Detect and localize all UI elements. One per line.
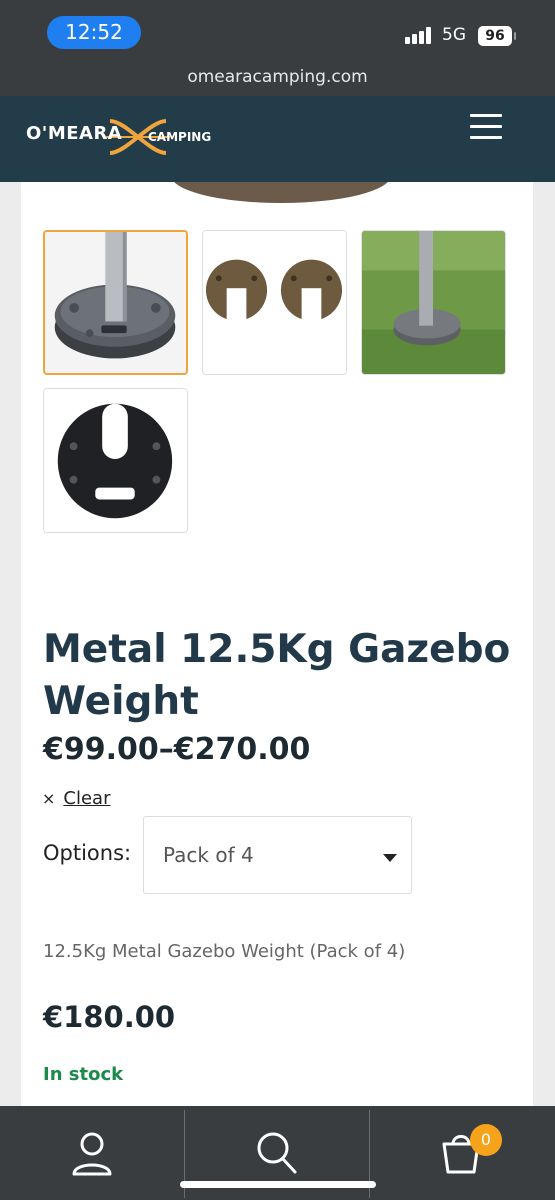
clear-label: Clear — [63, 788, 111, 809]
chevron-down-icon — [383, 854, 397, 862]
main-product-image[interactable] — [171, 182, 391, 203]
site-logo[interactable]: O'MEARA CAMPING — [26, 113, 211, 161]
status-bar: 12:52 5G 96 — [0, 0, 555, 64]
gazebo-weight-pair-image — [203, 231, 346, 374]
gazebo-weight-image — [45, 232, 186, 373]
price-range: €99.00–€270.00 — [43, 732, 311, 767]
product-thumbnail-1[interactable] — [43, 230, 188, 375]
variant-description: 12.5Kg Metal Gazebo Weight (Pack of 4) — [43, 941, 406, 962]
signal-strength-icon — [405, 26, 435, 44]
product-title: Metal 12.5Kg Gazebo Weight — [43, 627, 511, 724]
logo-wordmark: O'MEARA — [26, 123, 123, 144]
account-icon[interactable] — [70, 1130, 114, 1178]
variant-price: €180.00 — [43, 1000, 176, 1034]
url-text: omearacamping.com — [187, 67, 368, 87]
product-thumbnail-3[interactable] — [361, 230, 506, 375]
selected-option: Pack of 4 — [163, 843, 254, 867]
product-content: Metal 12.5Kg Gazebo Weight €99.00–€270.0… — [21, 182, 533, 1106]
stock-status: In stock — [43, 1064, 124, 1085]
gazebo-weight-on-grass-image — [362, 231, 505, 374]
product-thumbnail-4[interactable] — [43, 388, 188, 533]
network-type: 5G — [442, 25, 466, 45]
url-bar[interactable]: omearacamping.com — [0, 64, 555, 96]
logo-subtitle: CAMPING — [148, 130, 212, 144]
product-thumbnail-2[interactable] — [202, 230, 347, 375]
gazebo-weight-top-view-image — [44, 389, 187, 532]
close-icon: × — [42, 789, 56, 808]
search-icon[interactable] — [255, 1130, 299, 1178]
battery-icon: 96 — [478, 26, 516, 46]
battery-level: 96 — [485, 28, 505, 44]
status-time: 12:52 — [47, 16, 141, 49]
hamburger-menu-icon[interactable] — [470, 114, 502, 140]
options-select[interactable]: Pack of 4 — [143, 816, 412, 894]
home-indicator[interactable] — [180, 1181, 376, 1188]
cart-count-badge: 0 — [470, 1124, 502, 1156]
clear-options-link[interactable]: × Clear — [42, 788, 110, 809]
options-label: Options: — [43, 841, 132, 865]
